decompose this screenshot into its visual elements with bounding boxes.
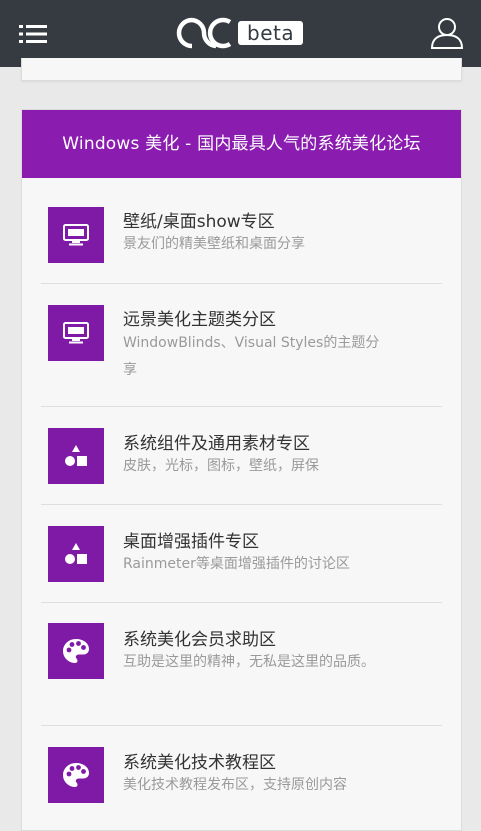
board-icon-tile	[48, 305, 104, 361]
board-description: Rainmeter等桌面增强插件的讨论区	[123, 556, 350, 572]
shapes-icon	[64, 444, 88, 468]
previous-section-card	[21, 58, 462, 81]
board-description: WindowBlinds、Visual Styles的主题分享	[123, 335, 380, 378]
forum-section-title[interactable]: Windows 美化 - 国内最具人气的系统美化论坛	[22, 110, 461, 178]
menu-icon[interactable]	[19, 24, 47, 44]
board-title[interactable]: 系统美化技术教程区	[123, 748, 276, 773]
forum-board-list: 壁纸/桌面show专区景友们的精美壁纸和桌面分享远景美化主题类分区 WindowB…	[22, 178, 461, 823]
monitor-icon	[63, 224, 89, 246]
site-logo[interactable]: beta	[176, 16, 304, 50]
board-title[interactable]: 系统组件及通用素材专区	[123, 429, 310, 454]
board-icon-tile	[48, 428, 104, 484]
board-description: 美化技术教程发布区，支持原创内容	[123, 777, 347, 793]
forum-board-item[interactable]: 桌面增强插件专区 Rainmeter等桌面增强插件的讨论区	[41, 505, 442, 603]
board-icon-tile	[48, 526, 104, 582]
forum-board-item[interactable]: 远景美化主题类分区 WindowBlinds、Visual Styles的主题分享	[41, 284, 442, 407]
board-description: 互助是这里的精神，无私是这里的品质。	[123, 654, 375, 670]
board-icon-tile	[48, 207, 104, 263]
palette-icon	[62, 762, 90, 788]
logo-beta-badge: beta	[238, 21, 304, 45]
board-icon-tile	[48, 747, 104, 803]
shapes-icon	[64, 542, 88, 566]
monitor-icon	[63, 322, 89, 344]
forum-section-card: Windows 美化 - 国内最具人气的系统美化论坛 壁纸/桌面show专区景友…	[21, 109, 462, 831]
palette-icon	[62, 638, 90, 664]
forum-board-item[interactable]: 系统美化会员求助区互助是这里的精神，无私是这里的品质。	[41, 603, 442, 726]
logo-mark-icon	[176, 17, 232, 49]
forum-board-item[interactable]: 壁纸/桌面show专区景友们的精美壁纸和桌面分享	[41, 178, 442, 284]
top-bar: beta	[0, 0, 481, 67]
board-description: 皮肤，光标，图标，壁纸，屏保	[123, 458, 319, 474]
board-title[interactable]: 远景美化主题类分区	[123, 305, 276, 330]
board-title[interactable]: 桌面增强插件专区	[123, 527, 259, 552]
board-title[interactable]: 壁纸/桌面show专区	[123, 207, 275, 232]
forum-board-item[interactable]: 系统美化技术教程区美化技术教程发布区，支持原创内容	[41, 726, 442, 823]
board-title[interactable]: 系统美化会员求助区	[123, 625, 276, 650]
user-icon[interactable]	[430, 16, 464, 50]
forum-board-item[interactable]: 系统组件及通用素材专区皮肤，光标，图标，壁纸，屏保	[41, 407, 442, 505]
board-description: 景友们的精美壁纸和桌面分享	[123, 236, 305, 252]
board-icon-tile	[48, 623, 104, 679]
